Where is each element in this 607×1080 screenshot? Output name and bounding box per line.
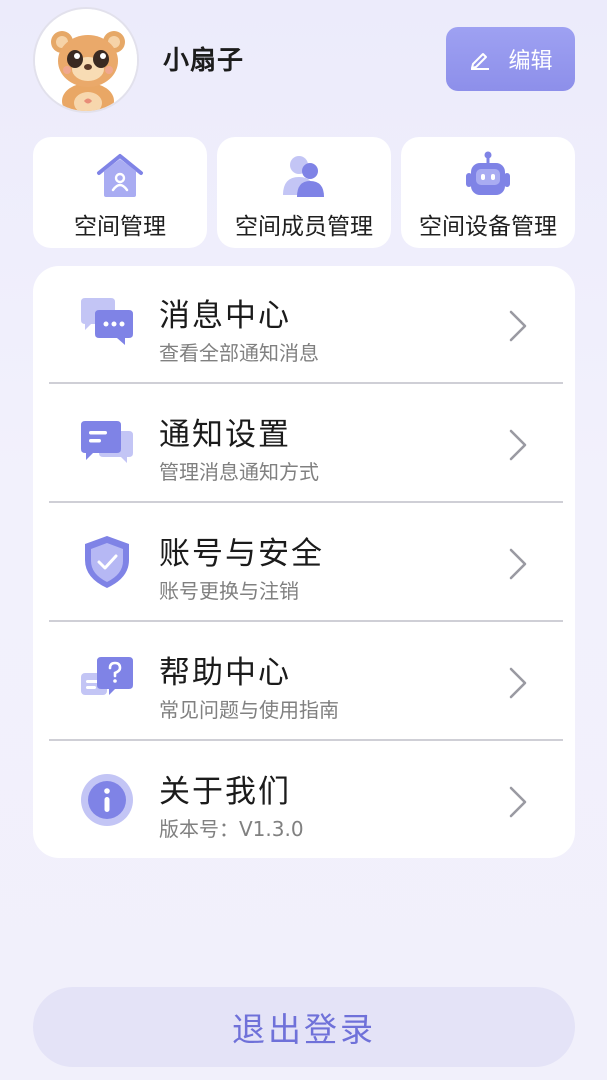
menu-item-message-center[interactable]: 消息中心 查看全部通知消息 <box>33 266 575 385</box>
robot-device-icon <box>466 151 510 195</box>
divider <box>49 501 563 503</box>
divider <box>49 620 563 622</box>
logout-button-label: 退出登录 <box>232 1010 376 1049</box>
message-bubbles-icon <box>81 298 133 345</box>
info-icon <box>81 774 133 826</box>
menu-item-title: 帮助中心 <box>159 655 291 691</box>
menu-item-subtitle: 版本号：V1.3.0 <box>159 817 304 841</box>
menu-item-notification-settings[interactable]: 通知设置 管理消息通知方式 <box>33 385 575 504</box>
menu-item-title: 消息中心 <box>159 298 291 334</box>
menu-item-account-security[interactable]: 账号与安全 账号更换与注销 <box>33 504 575 623</box>
username: 小扇子 <box>163 46 245 76</box>
chevron-right-icon <box>509 429 527 461</box>
tile-label: 空间管理 <box>74 214 166 240</box>
avatar[interactable] <box>33 7 139 113</box>
chevron-right-icon <box>509 786 527 818</box>
menu-item-help-center[interactable]: 帮助中心 常见问题与使用指南 <box>33 623 575 742</box>
space-management-tile[interactable]: 空间管理 <box>33 137 207 248</box>
help-question-icon <box>81 657 133 695</box>
members-icon <box>283 156 324 197</box>
menu-item-subtitle: 账号更换与注销 <box>159 579 299 603</box>
tile-label: 空间成员管理 <box>235 214 373 240</box>
menu-item-about-us[interactable]: 关于我们 版本号：V1.3.0 <box>33 742 575 861</box>
space-devices-tile[interactable]: 空间设备管理 <box>401 137 575 248</box>
house-user-icon <box>97 154 143 197</box>
bear-avatar-icon <box>35 9 137 111</box>
menu-item-subtitle: 管理消息通知方式 <box>159 460 319 484</box>
edit-profile-button[interactable]: 编辑 <box>446 27 575 91</box>
menu-item-subtitle: 查看全部通知消息 <box>159 341 319 365</box>
menu-item-title: 账号与安全 <box>159 536 324 572</box>
chevron-right-icon <box>509 667 527 699</box>
notification-settings-icon <box>81 421 133 463</box>
shield-check-icon <box>85 536 129 588</box>
edit-button-label: 编辑 <box>508 49 553 74</box>
divider <box>49 739 563 741</box>
divider <box>49 382 563 384</box>
tile-label: 空间设备管理 <box>419 214 557 240</box>
chevron-right-icon <box>509 548 527 580</box>
menu-item-title: 通知设置 <box>159 417 291 453</box>
space-members-tile[interactable]: 空间成员管理 <box>217 137 391 248</box>
chevron-right-icon <box>509 310 527 342</box>
logout-button[interactable]: 退出登录 <box>33 987 575 1067</box>
settings-menu-card: 消息中心 查看全部通知消息 通知设置 管理消息通知方式 账号与安全 账号更换与注… <box>33 266 575 858</box>
menu-item-subtitle: 常见问题与使用指南 <box>159 698 339 722</box>
menu-item-title: 关于我们 <box>159 774 291 810</box>
pencil-icon <box>471 53 490 70</box>
